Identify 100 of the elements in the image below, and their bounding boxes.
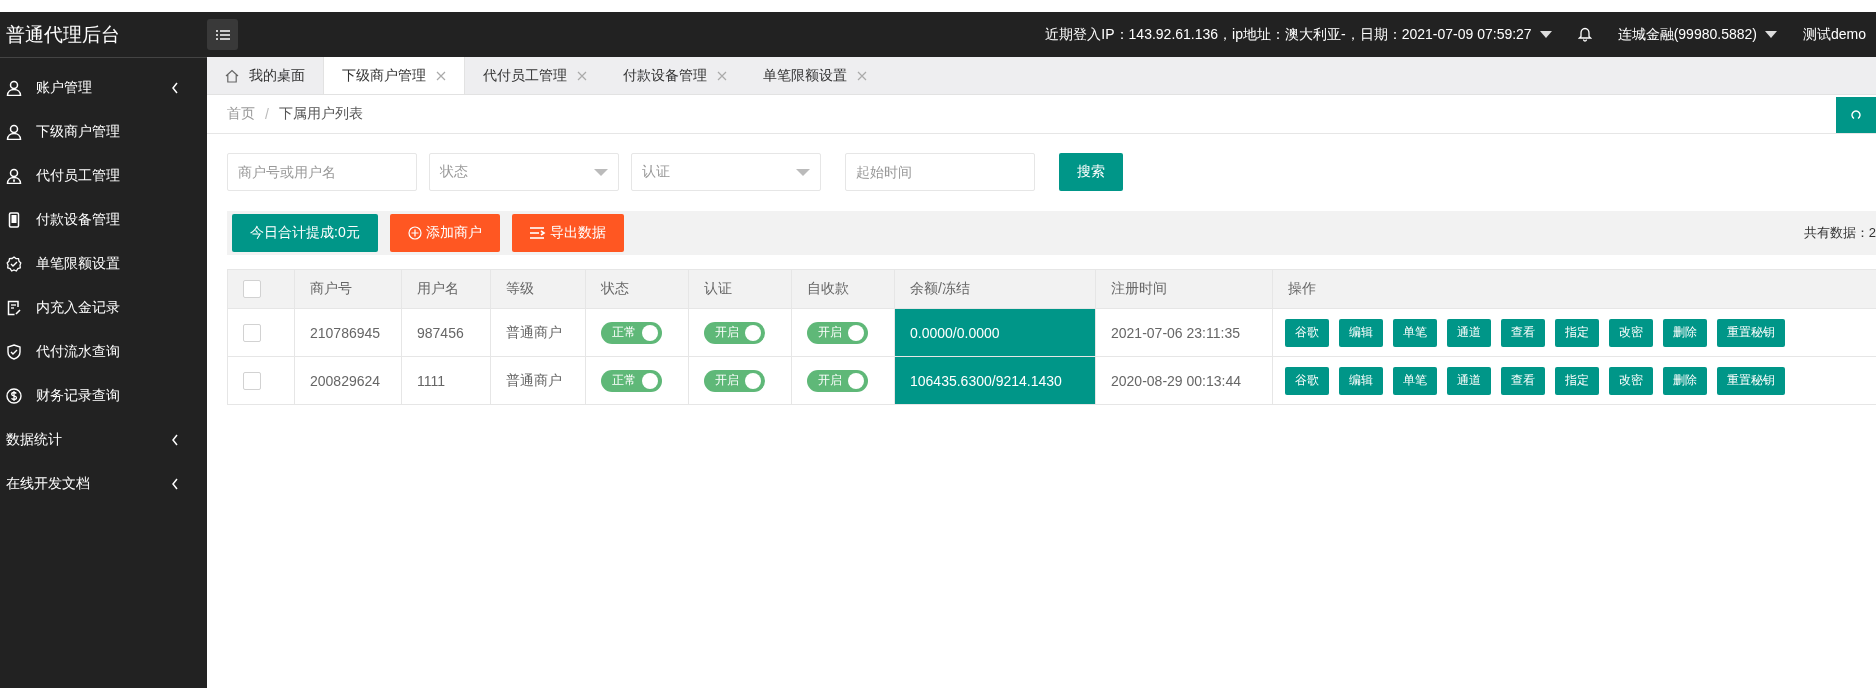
action-button[interactable]: 谷歌: [1285, 366, 1329, 395]
table-cell: 普通商户: [490, 356, 586, 405]
account-dropdown[interactable]: 连城金融(99980.5882): [1617, 25, 1777, 44]
sidebar-label: 下级商户管理: [36, 123, 120, 141]
toggle-switch[interactable]: 正常: [601, 321, 662, 344]
close-icon[interactable]: [717, 70, 727, 81]
sidebar-label: 单笔限额设置: [36, 255, 120, 273]
sidebar-item[interactable]: 代付员工管理: [0, 154, 207, 198]
sidebar-label: 账户管理: [36, 79, 92, 97]
table-cell: 200829624: [294, 356, 402, 405]
close-icon[interactable]: [577, 70, 587, 81]
toggle-switch[interactable]: 开启: [704, 321, 765, 344]
table-cell: 普通商户: [490, 308, 586, 357]
action-button[interactable]: 查看: [1501, 318, 1545, 347]
toggle-switch[interactable]: 正常: [601, 369, 662, 392]
bell-icon[interactable]: [1577, 27, 1592, 42]
table-cell: 1111: [401, 356, 491, 405]
total-count: 共有数据：2: [1803, 224, 1876, 242]
action-button[interactable]: 通道: [1447, 318, 1491, 347]
sidebar-item[interactable]: 付款设备管理: [0, 198, 207, 242]
column-header: 用户名: [401, 269, 491, 309]
column-header: 认证: [688, 269, 792, 309]
app-title: 普通代理后台: [5, 22, 121, 47]
toggle-switch[interactable]: 开启: [704, 369, 765, 392]
tab[interactable]: 付款设备管理: [605, 57, 745, 94]
sidebar-item[interactable]: 账户管理: [0, 66, 207, 110]
tab-label: 付款设备管理: [623, 66, 707, 85]
home-icon: [225, 68, 239, 83]
action-button[interactable]: 重置秘钥: [1717, 318, 1785, 347]
column-header: 注册时间: [1095, 269, 1273, 309]
phone-icon: [6, 212, 22, 228]
user-menu[interactable]: 测试demo: [1802, 25, 1866, 44]
column-header: 操作: [1272, 269, 1876, 309]
table-cell: 2020-08-29 00:13:44: [1095, 356, 1273, 405]
checkbox[interactable]: [243, 280, 261, 299]
sidebar-item[interactable]: 内充入金记录: [0, 286, 207, 330]
action-button[interactable]: 删除: [1663, 366, 1707, 395]
tab-label: 代付员工管理: [483, 66, 567, 85]
select-field[interactable]: 认证: [631, 153, 821, 191]
sidebar-label: 财务记录查询: [36, 387, 120, 405]
sidebar-label: 代付流水查询: [36, 343, 120, 361]
action-button[interactable]: 谷歌: [1285, 318, 1329, 347]
action-button[interactable]: 单笔: [1393, 366, 1437, 395]
action-button[interactable]: 改密: [1609, 318, 1653, 347]
toggle-switch[interactable]: 开启: [807, 321, 868, 344]
toggle-switch[interactable]: 开启: [807, 369, 868, 392]
plus-circle-icon: [407, 226, 422, 240]
checkbox[interactable]: [243, 371, 261, 390]
select-field[interactable]: 状态: [429, 153, 619, 191]
action-button[interactable]: 重置秘钥: [1717, 366, 1785, 395]
input-field[interactable]: 起始时间: [845, 153, 1035, 191]
action-button[interactable]: 指定: [1555, 318, 1599, 347]
document-icon: [6, 300, 22, 316]
dollar-icon: [6, 388, 22, 404]
login-info-dropdown[interactable]: 近期登入IP：143.92.61.136，ip地址：澳大利亚-，日期：2021-07-09 07:59:27: [1045, 25, 1552, 44]
user-icon: [6, 124, 22, 140]
breadcrumb-separator: /: [265, 106, 269, 122]
menu-button[interactable]: [207, 19, 238, 50]
sidebar-item[interactable]: 下级商户管理: [0, 110, 207, 154]
sidebar-label: 数据统计: [6, 431, 62, 449]
sidebar-item[interactable]: 单笔限额设置: [0, 242, 207, 286]
refresh-button[interactable]: [1836, 97, 1876, 133]
tab[interactable]: 我的桌面: [207, 57, 323, 94]
sidebar-item[interactable]: 在线开发文档: [0, 462, 207, 506]
action-button[interactable]: 编辑: [1339, 366, 1383, 395]
action-button[interactable]: 查看: [1501, 366, 1545, 395]
search-button[interactable]: 搜索: [1059, 153, 1123, 191]
input-field[interactable]: 商户号或用户名: [227, 153, 417, 191]
menu-icon: [215, 28, 230, 41]
tab-label: 下级商户管理: [342, 66, 426, 85]
sidebar-item[interactable]: 财务记录查询: [0, 374, 207, 418]
column-header: 状态: [585, 269, 689, 309]
sidebar-item[interactable]: 数据统计: [0, 418, 207, 462]
chevron-left-icon: [171, 478, 179, 490]
balance-cell: 0.0000/0.0000: [894, 308, 1096, 357]
table-cell: 2021-07-06 23:11:35: [1095, 308, 1273, 357]
tab[interactable]: 单笔限额设置: [745, 57, 885, 94]
sidebar-label: 付款设备管理: [36, 211, 120, 229]
sidebar-label: 在线开发文档: [6, 475, 90, 493]
table-cell: 210786945: [294, 308, 402, 357]
table-cell: 987456: [401, 308, 491, 357]
action-button[interactable]: 单笔: [1393, 318, 1437, 347]
user-icon: [6, 80, 22, 96]
action-button[interactable]: 通道: [1447, 366, 1491, 395]
action-button[interactable]: 删除: [1663, 318, 1707, 347]
checkbox[interactable]: [243, 323, 261, 342]
breadcrumb-link[interactable]: 下属用户列表: [278, 105, 363, 123]
add-button[interactable]: 添加商户: [389, 214, 500, 252]
breadcrumb-link[interactable]: 首页: [227, 105, 255, 123]
commission-button[interactable]: 今日合计提成:0元: [232, 214, 378, 252]
action-button[interactable]: 改密: [1609, 366, 1653, 395]
action-button[interactable]: 编辑: [1339, 318, 1383, 347]
close-icon[interactable]: [436, 70, 446, 81]
close-icon[interactable]: [857, 70, 867, 81]
tab[interactable]: 代付员工管理: [465, 57, 605, 94]
export-button[interactable]: 导出数据: [511, 214, 624, 252]
tab[interactable]: 下级商户管理: [323, 57, 465, 94]
tab-label: 我的桌面: [249, 66, 305, 85]
action-button[interactable]: 指定: [1555, 366, 1599, 395]
sidebar-item[interactable]: 代付流水查询: [0, 330, 207, 374]
